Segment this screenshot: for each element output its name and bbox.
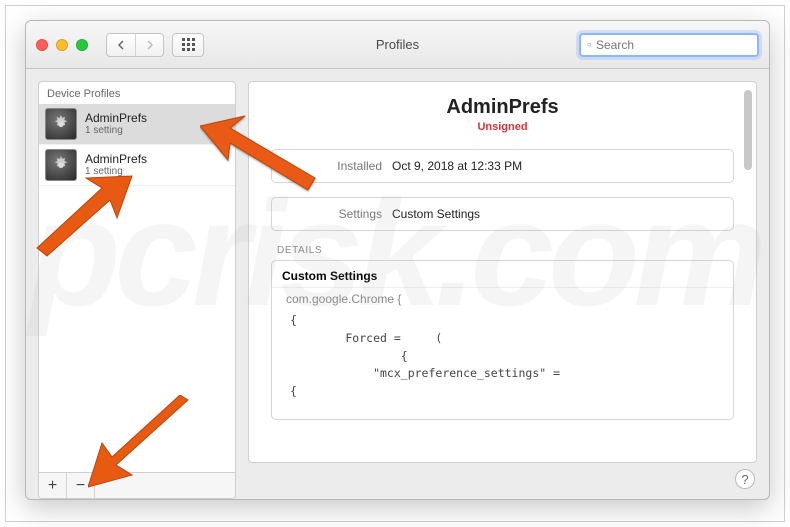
profile-list-text: AdminPrefs 1 setting bbox=[85, 112, 147, 137]
profile-list-item[interactable]: AdminPrefs 1 setting bbox=[39, 104, 235, 145]
profile-subtext: 1 setting bbox=[85, 125, 147, 136]
close-window-button[interactable] bbox=[36, 39, 48, 51]
profile-detail-panel: AdminPrefs Unsigned Installed Oct 9, 201… bbox=[248, 81, 757, 463]
remove-profile-button[interactable]: − bbox=[67, 473, 95, 498]
scrollbar[interactable] bbox=[744, 90, 752, 170]
grid-icon bbox=[182, 38, 195, 51]
details-body: { Forced = ( { "mcx_preference_settings"… bbox=[272, 306, 733, 420]
settings-value: Custom Settings bbox=[392, 207, 480, 221]
sidebar-section-header: Device Profiles bbox=[39, 82, 235, 104]
profiles-sidebar: Device Profiles AdminPrefs 1 setting Adm… bbox=[38, 81, 236, 499]
settings-row: Settings Custom Settings bbox=[271, 197, 734, 231]
window-controls bbox=[36, 39, 88, 51]
profile-list-item[interactable]: AdminPrefs 1 setting bbox=[39, 145, 235, 186]
details-header: DETAILS bbox=[277, 245, 734, 256]
details-box: Custom Settings com.google.Chrome { { Fo… bbox=[271, 260, 734, 420]
profile-status: Unsigned bbox=[271, 121, 734, 133]
details-title: Custom Settings bbox=[272, 261, 733, 288]
profile-name: AdminPrefs bbox=[85, 153, 147, 167]
installed-row: Installed Oct 9, 2018 at 12:33 PM bbox=[271, 149, 734, 183]
details-domain: com.google.Chrome { bbox=[272, 288, 733, 306]
add-profile-button[interactable]: + bbox=[39, 473, 67, 498]
titlebar: Profiles bbox=[26, 21, 769, 69]
profile-title: AdminPrefs bbox=[271, 96, 734, 119]
gear-icon bbox=[45, 149, 77, 181]
zoom-window-button[interactable] bbox=[76, 39, 88, 51]
search-icon bbox=[587, 39, 592, 51]
gear-icon bbox=[45, 108, 77, 140]
installed-value: Oct 9, 2018 at 12:33 PM bbox=[392, 159, 522, 173]
profile-name: AdminPrefs bbox=[85, 112, 147, 126]
show-all-button[interactable] bbox=[172, 33, 204, 57]
content-area: Device Profiles AdminPrefs 1 setting Adm… bbox=[26, 69, 769, 499]
search-input[interactable] bbox=[596, 38, 751, 52]
sidebar-controls: + − bbox=[39, 472, 235, 498]
profile-subtext: 1 setting bbox=[85, 166, 147, 177]
installed-label: Installed bbox=[272, 159, 392, 173]
forward-button[interactable] bbox=[135, 34, 163, 56]
back-button[interactable] bbox=[107, 34, 135, 56]
search-field[interactable] bbox=[579, 33, 759, 57]
preferences-window: Profiles Device Profiles AdminPrefs 1 se… bbox=[25, 20, 770, 500]
main-panel: AdminPrefs Unsigned Installed Oct 9, 201… bbox=[248, 81, 757, 499]
profile-list-text: AdminPrefs 1 setting bbox=[85, 153, 147, 178]
nav-back-forward bbox=[106, 33, 164, 57]
help-button[interactable]: ? bbox=[735, 469, 755, 489]
minimize-window-button[interactable] bbox=[56, 39, 68, 51]
settings-label: Settings bbox=[272, 207, 392, 221]
